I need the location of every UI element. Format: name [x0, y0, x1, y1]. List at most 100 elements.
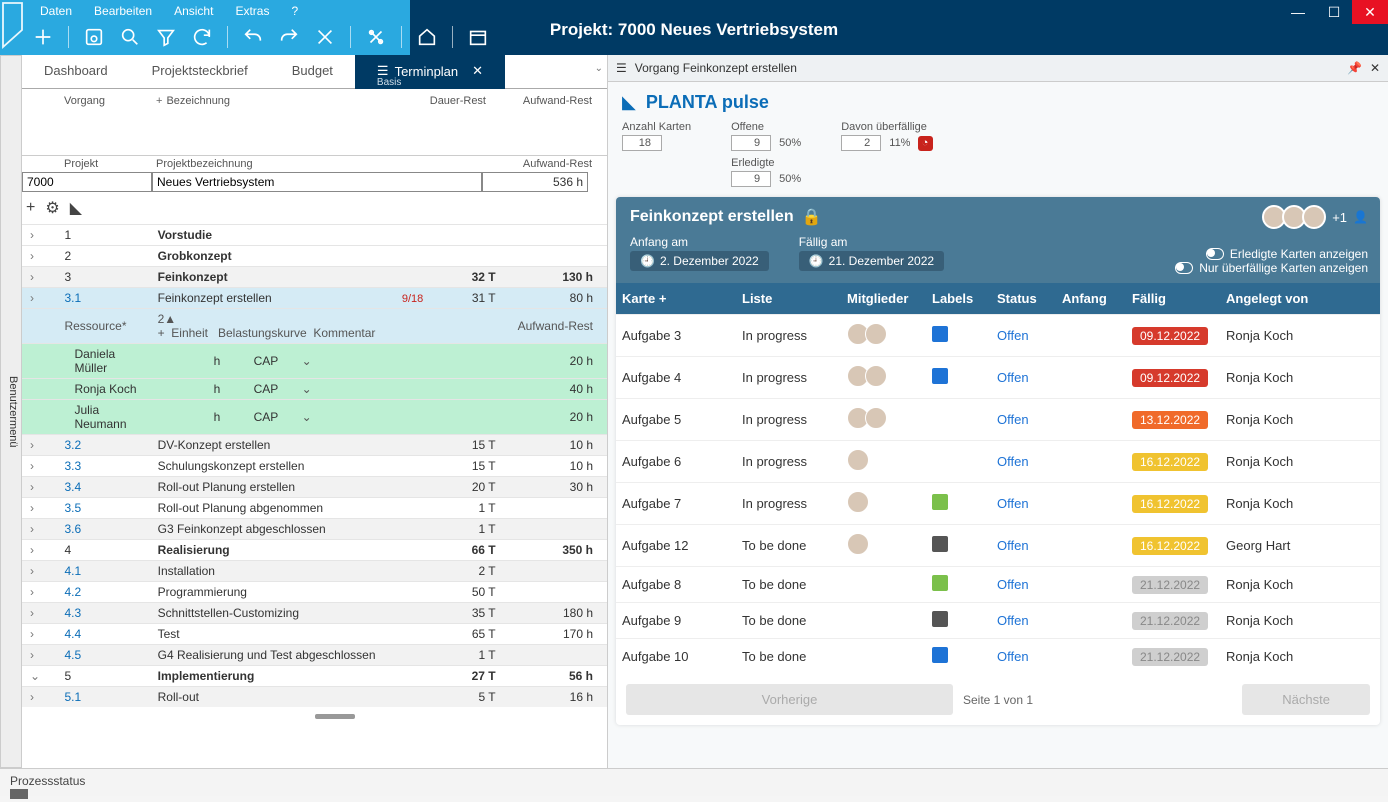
card-status[interactable]: Offen — [991, 320, 1056, 351]
add-card-icon[interactable]: + — [659, 291, 667, 306]
wbs-row[interactable]: ›4.2Programmierung50 T — [22, 582, 607, 603]
project-nr-input[interactable] — [22, 172, 152, 192]
kanban-card-row[interactable]: Aufgabe 10 To be done Offen 21.12.2022 R… — [616, 638, 1380, 674]
minimize-button[interactable]: — — [1280, 0, 1316, 24]
overdue-badge-icon: ◔ — [918, 136, 933, 151]
redo-icon[interactable] — [278, 26, 300, 48]
tab-steckbrief[interactable]: Projektsteckbrief — [130, 55, 270, 88]
hamburger-icon[interactable]: ☰ — [616, 61, 627, 75]
add-row-icon[interactable]: + — [26, 199, 35, 217]
wbs-row[interactable]: ›3Feinkonzept32 T130 h — [22, 267, 607, 288]
wbs-row[interactable]: ›4.1Installation2 T — [22, 561, 607, 582]
col-projekt: Projekt — [64, 158, 156, 170]
sidebar-tab-benutzermenu[interactable]: Benutzermenü — [0, 55, 22, 768]
close-button[interactable]: ✕ — [1352, 0, 1388, 24]
status-seg — [10, 789, 28, 799]
menu-bearbeiten[interactable]: Bearbeiten — [94, 4, 152, 18]
col-faellig[interactable]: Fällig — [1126, 283, 1220, 314]
card-status[interactable]: Offen — [991, 605, 1056, 636]
menu-help[interactable]: ? — [291, 4, 298, 18]
pin-icon[interactable]: 📌 — [1347, 61, 1362, 75]
col-aufwand: Aufwand-Rest — [486, 95, 592, 107]
card-list: In progress — [736, 446, 841, 477]
lock-icon: 🔒 — [802, 207, 822, 227]
resource-row[interactable]: Julia Neumannh CAP 20 h — [22, 400, 607, 435]
close-detail-icon[interactable]: ✕ — [1370, 61, 1380, 75]
card-status[interactable]: Offen — [991, 488, 1056, 519]
label-swatch — [932, 575, 948, 591]
wbs-row[interactable]: ›3.6G3 Feinkonzept abgeschlossen1 T — [22, 519, 607, 540]
next-button[interactable]: Nächste — [1242, 684, 1370, 715]
kanban-card-row[interactable]: Aufgabe 12 To be done Offen 16.12.2022 G… — [616, 524, 1380, 566]
prev-button[interactable]: Vorherige — [626, 684, 953, 715]
toggle-erledigte[interactable]: Erledigte Karten anzeigen — [1175, 247, 1368, 261]
flag-icon[interactable]: ◣ — [70, 198, 82, 218]
card-status[interactable]: Offen — [991, 569, 1056, 600]
kanban-card-row[interactable]: Aufgabe 6 In progress Offen 16.12.2022 R… — [616, 440, 1380, 482]
tab-terminplan[interactable]: ☰ Terminplan ✕ Basis — [355, 55, 505, 89]
add-icon[interactable] — [32, 26, 54, 48]
filter-icon[interactable] — [155, 26, 177, 48]
wbs-row[interactable]: ›3.5Roll-out Planung abgenommen1 T — [22, 498, 607, 519]
menu-ansicht[interactable]: Ansicht — [174, 4, 213, 18]
kanban-card-row[interactable]: Aufgabe 3 In progress Offen 09.12.2022 R… — [616, 314, 1380, 356]
menu-daten[interactable]: Daten — [40, 4, 72, 18]
resize-handle[interactable] — [315, 714, 355, 719]
col-status[interactable]: Status — [991, 283, 1056, 314]
wbs-row[interactable]: ›5.1Roll-out5 T16 h — [22, 687, 607, 708]
resource-row[interactable]: Daniela Müllerh CAP 20 h — [22, 344, 607, 379]
menu-extras[interactable]: Extras — [235, 4, 269, 18]
col-mitglieder[interactable]: Mitglieder — [841, 283, 926, 314]
wbs-row[interactable]: ›4.5G4 Realisierung und Test abgeschloss… — [22, 645, 607, 666]
wbs-row[interactable]: ›3.3Schulungskonzept erstellen15 T10 h — [22, 456, 607, 477]
card-status[interactable]: Offen — [991, 530, 1056, 561]
app-logo — [0, 0, 32, 55]
kanban-card-row[interactable]: Aufgabe 7 In progress Offen 16.12.2022 R… — [616, 482, 1380, 524]
col-anfang[interactable]: Anfang — [1056, 283, 1126, 314]
tab-close-icon[interactable]: ✕ — [472, 63, 483, 79]
due-date[interactable]: 🕘 21. Dezember 2022 — [799, 251, 944, 271]
wbs-row[interactable]: ›4Realisierung66 T350 h — [22, 540, 607, 561]
card-status[interactable]: Offen — [991, 404, 1056, 435]
wbs-row[interactable]: ›2Grobkonzept — [22, 246, 607, 267]
avatar — [847, 533, 869, 555]
wbs-row[interactable]: ⌄5Implementierung27 T56 h — [22, 666, 607, 687]
due-label: Fällig am — [799, 235, 944, 249]
col-angelegt[interactable]: Angelegt von — [1220, 283, 1320, 314]
wbs-row[interactable]: ›1Vorstudie — [22, 225, 607, 246]
tools-icon[interactable] — [365, 26, 387, 48]
kanban-card-row[interactable]: Aufgabe 9 To be done Offen 21.12.2022 Ro… — [616, 602, 1380, 638]
card-status[interactable]: Offen — [991, 362, 1056, 393]
add-column-icon[interactable]: + — [156, 95, 162, 107]
col-liste[interactable]: Liste — [736, 283, 841, 314]
search-icon[interactable] — [119, 26, 141, 48]
card-status[interactable]: Offen — [991, 446, 1056, 477]
start-date[interactable]: 🕘 2. Dezember 2022 — [630, 251, 769, 271]
tab-budget[interactable]: Budget — [270, 55, 355, 88]
kanban-card-row[interactable]: Aufgabe 4 In progress Offen 09.12.2022 R… — [616, 356, 1380, 398]
card-status[interactable]: Offen — [991, 641, 1056, 672]
refresh-icon[interactable] — [191, 26, 213, 48]
wbs-row[interactable]: ›4.4Test65 T170 h — [22, 624, 607, 645]
wbs-row[interactable]: ›3.4Roll-out Planung erstellen20 T30 h — [22, 477, 607, 498]
save-icon[interactable] — [83, 26, 105, 48]
home-icon[interactable] — [416, 26, 438, 48]
resource-row[interactable]: Ronja Kochh CAP 40 h — [22, 379, 607, 400]
undo-icon[interactable] — [242, 26, 264, 48]
template-icon[interactable] — [467, 26, 489, 48]
toggle-ueberfaellige[interactable]: Nur überfällige Karten anzeigen — [1175, 261, 1368, 275]
member-avatars[interactable]: +1 👤 — [1262, 205, 1368, 229]
col-labels[interactable]: Labels — [926, 283, 991, 314]
kanban-card-row[interactable]: Aufgabe 5 In progress Offen 13.12.2022 R… — [616, 398, 1380, 440]
kanban-card-row[interactable]: Aufgabe 8 To be done Offen 21.12.2022 Ro… — [616, 566, 1380, 602]
project-name-input[interactable] — [152, 172, 482, 192]
delete-icon[interactable] — [314, 26, 336, 48]
tab-dashboard[interactable]: Dashboard — [22, 55, 130, 88]
maximize-button[interactable]: ☐ — [1316, 0, 1352, 24]
wbs-row[interactable]: ›3.2DV-Konzept erstellen15 T10 h — [22, 435, 607, 456]
collapse-handle[interactable]: ⌄ — [595, 63, 603, 74]
col-karte[interactable]: Karte — [622, 291, 655, 306]
gear-icon[interactable]: ⚙ — [45, 198, 59, 218]
wbs-row[interactable]: ›4.3Schnittstellen-Customizing35 T180 h — [22, 603, 607, 624]
wbs-row[interactable]: ›3.1Feinkonzept erstellen9/1831 T80 h — [22, 288, 607, 309]
